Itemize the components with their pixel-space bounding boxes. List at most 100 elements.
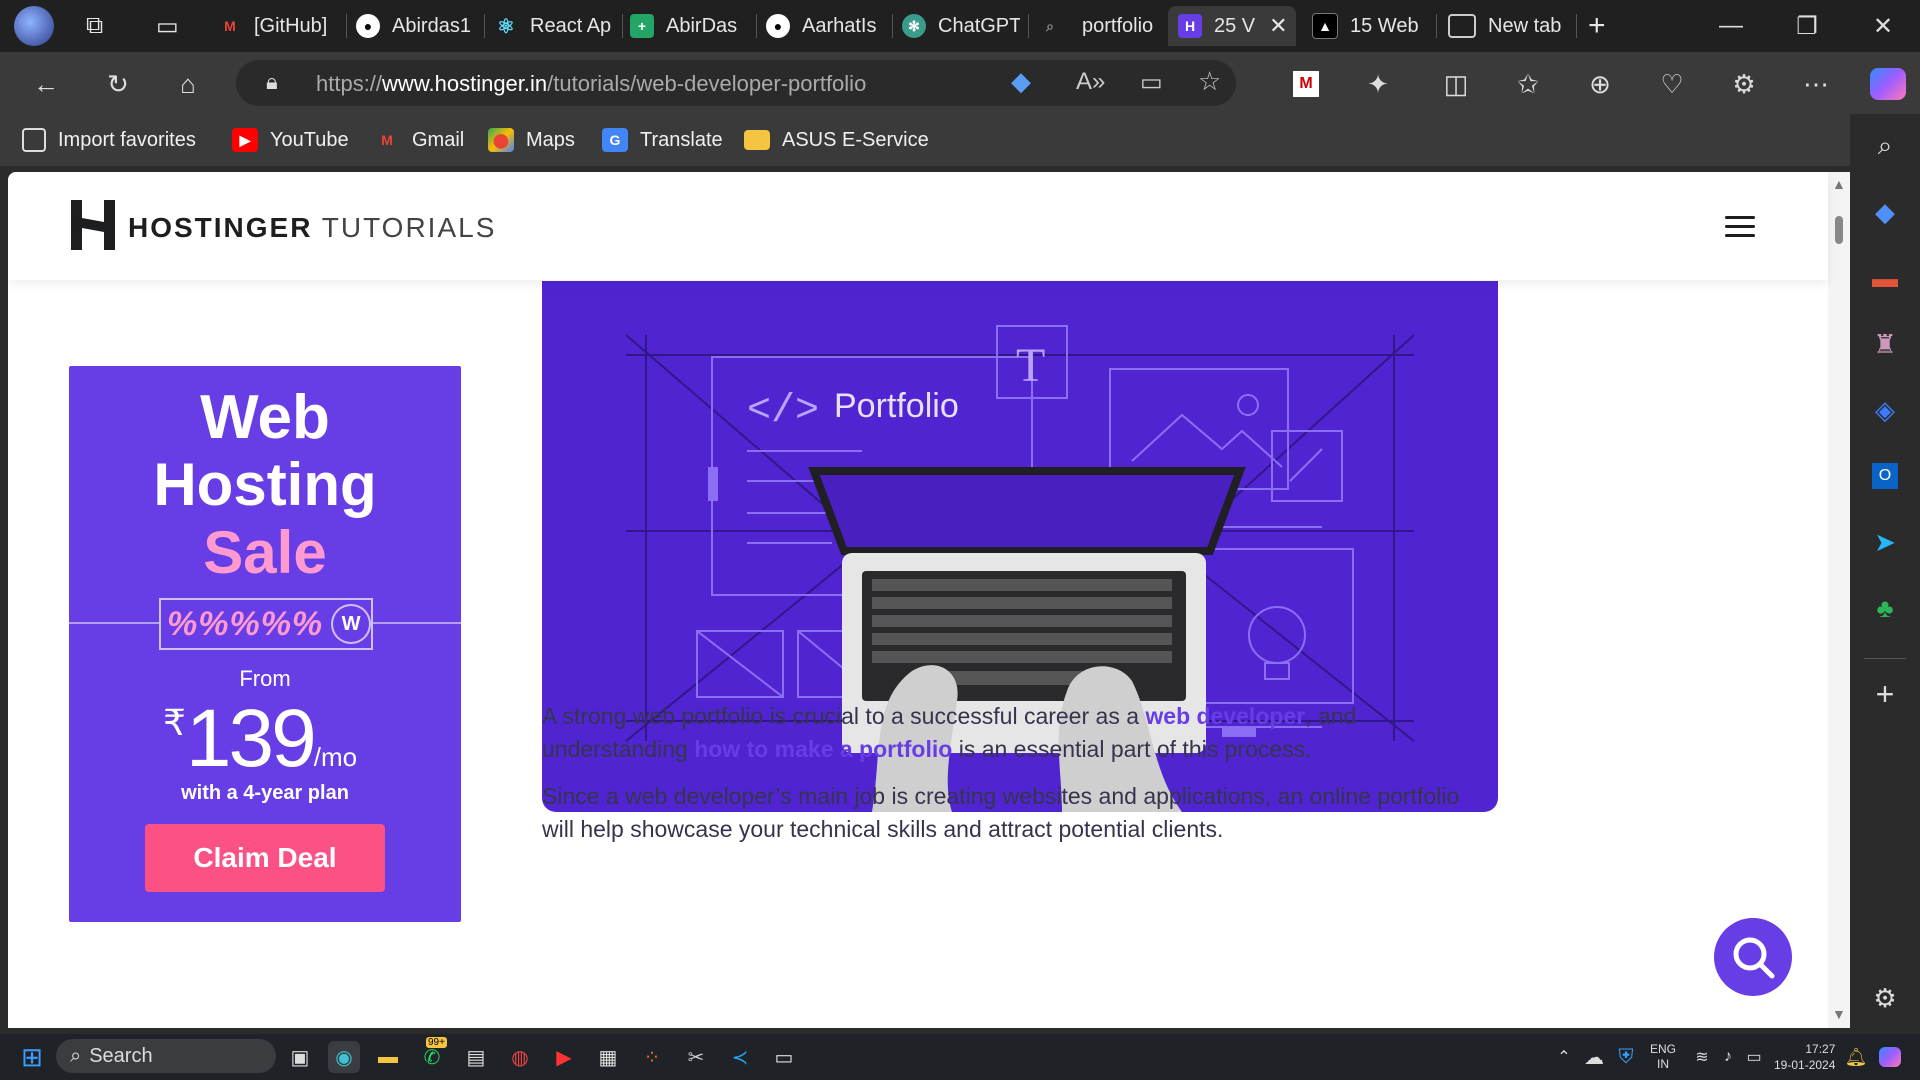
new-tab-button[interactable]: + <box>1588 6 1618 46</box>
task-view-button[interactable]: ▣ <box>284 1041 316 1073</box>
favorite-star-icon[interactable]: ☆ <box>1198 66 1221 97</box>
refresh-button[interactable]: ↻ <box>96 62 140 106</box>
tray-battery[interactable]: ▭ <box>1738 1041 1770 1073</box>
tab-react-app[interactable]: ⚛ React Ap <box>494 6 612 46</box>
close-tab-icon[interactable]: ✕ <box>1269 13 1287 39</box>
favorites-button[interactable]: ✩ <box>1506 62 1550 106</box>
taskbar-app[interactable]: ⁘ <box>636 1041 668 1073</box>
tray-overflow[interactable]: ⌃ <box>1548 1041 1580 1073</box>
tray-clock[interactable]: 17:27 19-01-2024 <box>1774 1041 1835 1073</box>
claim-deal-button[interactable]: Claim Deal <box>145 824 385 892</box>
taskbar-edge[interactable]: ◉ <box>328 1041 360 1073</box>
tag-icon: ◆ <box>1875 196 1895 227</box>
tray-language[interactable]: ENG IN <box>1650 1042 1676 1072</box>
tab-github-aarhat[interactable]: ● AarhatIs <box>766 6 884 46</box>
scroll-thumb[interactable] <box>1835 216 1843 244</box>
taskbar-vscode[interactable]: ≺ <box>724 1041 756 1073</box>
performance-button[interactable]: ⚙ <box>1722 62 1766 106</box>
vertical-scrollbar[interactable]: ▲ ▼ <box>1828 172 1850 1028</box>
tab-sheets[interactable]: + AbirDas <box>630 6 748 46</box>
magnifier-icon <box>1733 937 1775 979</box>
taskbar-store[interactable]: ▤ <box>460 1041 492 1073</box>
browser-essentials-button[interactable]: ♡ <box>1650 62 1694 106</box>
sidebar-add[interactable]: + <box>1867 676 1903 712</box>
tray-security[interactable]: ⛨ <box>1610 1041 1642 1073</box>
chrome-icon: ◍ <box>511 1046 529 1069</box>
article-paragraph-2: Since a web developer’s main job is crea… <box>542 783 1460 842</box>
read-aloud-icon[interactable]: A» <box>1076 68 1105 96</box>
sidebar-outlook[interactable]: O <box>1867 458 1903 494</box>
taskbar-terminal[interactable]: ▭ <box>768 1041 800 1073</box>
favorites-icon: ✩ <box>1517 68 1539 99</box>
tab-actions-button[interactable]: ▭ <box>156 6 192 46</box>
tab-hostinger-active[interactable]: H 25 V ✕ <box>1168 6 1296 46</box>
hamburger-menu-button[interactable] <box>1725 216 1755 238</box>
tab-label: AbirDas <box>666 14 738 37</box>
sidebar-copilot[interactable]: ◈ <box>1867 392 1903 428</box>
tray-onedrive[interactable]: ☁ <box>1578 1041 1610 1073</box>
copilot-button[interactable] <box>1862 62 1914 106</box>
coupon-tag-icon[interactable]: ◆ <box>1011 66 1031 97</box>
tab-github-gmail[interactable]: M [GitHub] <box>218 6 336 46</box>
profile-button[interactable] <box>14 6 58 46</box>
heart-pulse-icon: ♡ <box>1660 68 1684 99</box>
workspaces-button[interactable]: ⧉ <box>86 6 122 46</box>
sidebar-telegram[interactable]: ➤ <box>1867 524 1903 560</box>
site-search-button[interactable] <box>1714 918 1792 996</box>
sidebar-settings[interactable]: ⚙ <box>1867 980 1903 1016</box>
taskbar-whatsapp[interactable]: ✆ 99+ <box>416 1037 448 1073</box>
github-icon: ● <box>766 14 790 38</box>
taskbar-search[interactable]: ⌕ Search <box>56 1039 276 1073</box>
taskbar-youtube[interactable]: ▶ <box>548 1041 580 1073</box>
hostinger-logo-icon[interactable] <box>71 200 115 250</box>
address-bar[interactable]: 🔒︎ https://www.hostinger.in/tutorials/we… <box>236 60 1236 106</box>
tray-notifications[interactable]: 🔔︎ <box>1840 1041 1872 1073</box>
mcafee-extension-button[interactable]: M <box>1284 62 1328 106</box>
gear-icon: ⚙ <box>1873 982 1897 1013</box>
settings-more-button[interactable]: ⋯ <box>1794 62 1838 106</box>
close-window-button[interactable]: ✕ <box>1848 0 1918 52</box>
tray-copilot[interactable] <box>1874 1041 1906 1073</box>
sidebar-shopping[interactable]: ◆ <box>1867 194 1903 230</box>
favorite-maps[interactable]: ⬤ Maps <box>488 126 575 154</box>
collections-button[interactable]: ⊕ <box>1578 62 1622 106</box>
taskbar-snipping[interactable]: ✂ <box>680 1041 712 1073</box>
immersive-reader-icon[interactable]: ▭ <box>1140 68 1163 97</box>
ad-line-sale: Sale <box>203 519 327 586</box>
favorite-translate[interactable]: G Translate <box>602 126 723 154</box>
make-portfolio-link[interactable]: how to make a portfolio <box>694 736 952 762</box>
tab-github-abirdas[interactable]: ● Abirdas1 <box>356 6 474 46</box>
taskbar-chrome[interactable]: ◍ <box>504 1041 536 1073</box>
tab-portfolio-search[interactable]: ⌕ portfolio <box>1038 6 1156 46</box>
sidebar-tools[interactable]: ▬ <box>1867 260 1903 296</box>
taskbar-explorer[interactable]: ▬ <box>372 1041 404 1073</box>
minimize-button[interactable]: — <box>1696 0 1766 52</box>
tab-chatgpt[interactable]: ✻ ChatGPT <box>902 6 1020 46</box>
tab-web-vercel[interactable]: ▲ 15 Web <box>1312 6 1430 46</box>
taskbar-files[interactable]: ▦ <box>592 1041 624 1073</box>
web-developer-link[interactable]: web developer <box>1145 703 1305 729</box>
chevron-up-icon: ⌃ <box>1557 1049 1571 1066</box>
sidebar-search[interactable]: ⌕ <box>1867 128 1903 164</box>
extensions-button[interactable]: ✦ <box>1356 62 1400 106</box>
favorite-youtube[interactable]: ▶ YouTube <box>232 126 349 154</box>
url-text[interactable]: https://www.hostinger.in/tutorials/web-d… <box>316 71 866 97</box>
split-screen-button[interactable]: ◫ <box>1434 62 1478 106</box>
favorite-asus[interactable]: ASUS E-Service <box>744 126 929 154</box>
volume-icon: ♪ <box>1724 1048 1732 1065</box>
ad-line-web: Web <box>200 383 330 452</box>
sidebar-tree[interactable]: ♣ <box>1867 590 1903 626</box>
scroll-down-icon[interactable]: ▼ <box>1832 1006 1846 1022</box>
restore-button[interactable]: ❐ <box>1772 0 1842 52</box>
scroll-up-icon[interactable]: ▲ <box>1832 176 1846 192</box>
favorite-import[interactable]: Import favorites <box>22 126 196 154</box>
back-button[interactable]: ← <box>24 62 68 106</box>
hosting-sale-ad[interactable]: Web Hosting Sale %%%%% W From ₹139/mo wi… <box>69 366 461 922</box>
home-button[interactable]: ⌂ <box>166 62 210 106</box>
sidebar-games[interactable]: ♜ <box>1867 326 1903 362</box>
favorite-gmail[interactable]: M Gmail <box>374 126 464 154</box>
tab-new-tab[interactable]: New tab <box>1448 6 1574 46</box>
site-brand[interactable]: HOSTINGER TUTORIALS <box>128 212 496 244</box>
start-button[interactable]: ⊞ <box>16 1041 48 1073</box>
tab-label: ChatGPT <box>938 14 1020 37</box>
